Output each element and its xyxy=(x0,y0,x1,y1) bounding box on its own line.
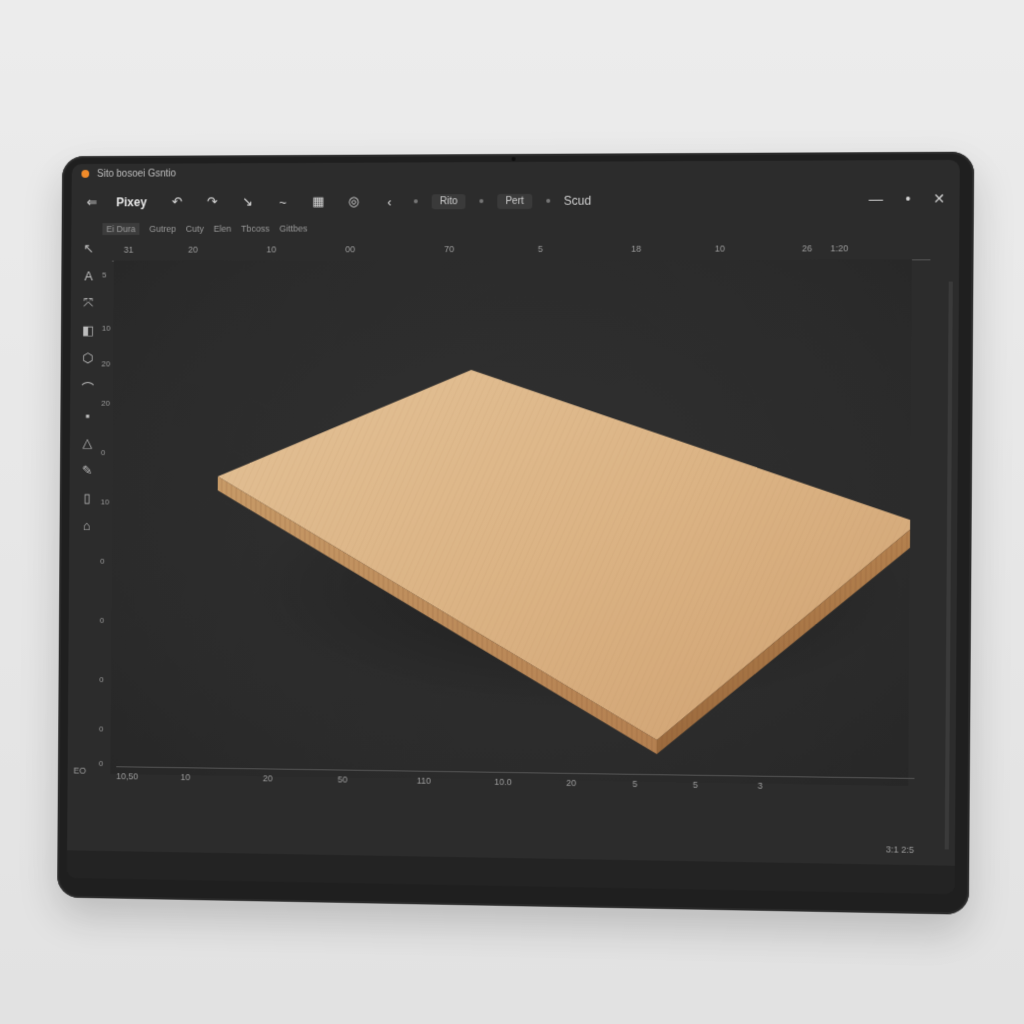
ruler-tick-label: 0 xyxy=(99,675,104,685)
ruler-tick-label: 70 xyxy=(444,244,455,255)
ruler-tick-label: 5 xyxy=(692,779,698,790)
ruler-tick-label: 20 xyxy=(262,773,273,784)
brush-tool-icon[interactable]: ✎ xyxy=(82,463,93,479)
ruler-tick-label: 20 xyxy=(101,359,111,369)
toolbar: ⇐ Pixey ↶ ↷ ↘ ~ ▦ ◎ ‹ Rito Pert Scud xyxy=(71,182,959,219)
ruler-tick-label: 0 xyxy=(100,556,105,566)
eraser-tool-icon[interactable]: ▯ xyxy=(83,491,90,507)
ruler-tick-label: 10 xyxy=(180,772,191,783)
ruler-tick-label: 10 xyxy=(100,497,110,507)
back-icon[interactable]: ⇐ xyxy=(81,195,102,211)
ruler-tick-label: 31 xyxy=(123,244,134,255)
wood-board-render[interactable] xyxy=(110,259,920,786)
menu-item[interactable]: Elen xyxy=(214,224,232,234)
zoom-readout: 3:1 2:5 xyxy=(885,844,915,855)
bucket-tool-icon[interactable]: ⌂ xyxy=(83,518,91,533)
ruler-tick-label: 0 xyxy=(99,615,105,625)
ruler-tick-label: 10 xyxy=(266,244,277,255)
layer-tool-icon[interactable]: ◧ xyxy=(82,323,94,339)
ruler-tick-label: 10,50 xyxy=(116,771,139,782)
shape-tool-icon[interactable]: ⬡ xyxy=(82,350,93,366)
ruler-tick-label: 0 xyxy=(98,724,104,734)
ruler-tick-label: 5 xyxy=(537,243,543,254)
mode-rito-button[interactable]: Rito xyxy=(431,193,466,209)
record-dot-icon xyxy=(81,169,90,178)
ruler-tick-label: 20 xyxy=(188,244,198,255)
ruler-tick-label: 1:20 xyxy=(830,243,849,254)
fill-tool-icon[interactable]: ▪ xyxy=(85,409,90,424)
menubar: Ei Dura Gutrep Cuty Elen Tbcoss Gittbes xyxy=(102,221,308,237)
window-title: Sito bosoei Gsntio xyxy=(96,168,177,180)
app-name: Pixey xyxy=(116,195,147,210)
minimize-icon[interactable]: — xyxy=(869,191,883,208)
arrow-left-icon[interactable]: ‹ xyxy=(378,194,400,209)
tablet-device: Sito bosoei Gsntio ⇐ Pixey ↶ ↷ ↘ ~ ▦ ◎ ‹… xyxy=(57,151,975,915)
window-controls: — • ✕ xyxy=(869,190,945,207)
ruler-tick-label: 10 xyxy=(101,323,111,333)
ruler-tick-label: 26 xyxy=(801,243,813,254)
close-icon[interactable]: ✕ xyxy=(933,190,945,207)
titlebar: Sito bosoei Gsntio xyxy=(72,160,960,184)
ruler-tick-label: 10 xyxy=(714,243,725,254)
ruler-tick-label: 5 xyxy=(102,270,107,280)
ruler-tick-label: 10.0 xyxy=(494,776,512,788)
ruler-tick-label: 0 xyxy=(98,759,104,769)
ruler-top: 31 20 10 00 70 5 18 10 26 1:20 xyxy=(111,239,931,262)
camera xyxy=(511,156,516,161)
menu-item[interactable]: Tbcoss xyxy=(241,224,270,234)
text-tool-icon[interactable]: A xyxy=(84,269,93,284)
menu-item[interactable]: Gutrep xyxy=(149,224,176,234)
ruler-tick-label: 50 xyxy=(337,774,348,785)
vertical-scrollbar[interactable] xyxy=(944,281,953,850)
ruler-tick-label: 5 xyxy=(632,778,638,789)
ruler-tick-label: 18 xyxy=(631,243,642,254)
app-window: Sito bosoei Gsntio ⇐ Pixey ↶ ↷ ↘ ~ ▦ ◎ ‹… xyxy=(66,159,960,895)
separator-dot xyxy=(414,199,419,204)
mode-scud-button[interactable]: Scud xyxy=(564,194,592,208)
separator-dot xyxy=(545,198,550,203)
mode-pert-button[interactable]: Pert xyxy=(497,193,532,209)
ruler-tick-label: 3 xyxy=(757,780,763,791)
grid-icon[interactable]: ▦ xyxy=(307,194,329,210)
select-tool-icon[interactable]: ↖ xyxy=(83,241,94,257)
undo-icon[interactable]: ↶ xyxy=(166,194,188,210)
ruler-tick-label: 20 xyxy=(566,777,577,789)
tool-sidebar: ↖ A ⤧ ◧ ⬡ ⌒ ▪ △ ✎ ▯ ⌂ EO xyxy=(73,241,100,776)
transform-tool-icon[interactable]: ⤧ xyxy=(83,295,93,311)
statusbar xyxy=(66,850,955,895)
menu-item[interactable]: Ei Dura xyxy=(102,223,140,235)
ruler-tick-label: 20 xyxy=(101,398,110,408)
target-icon[interactable]: ◎ xyxy=(343,194,365,210)
menu-item[interactable]: Cuty xyxy=(186,224,204,234)
ruler-tick-label: 110 xyxy=(416,775,432,786)
design-canvas[interactable] xyxy=(110,259,920,786)
redo-icon[interactable]: ↷ xyxy=(201,194,223,210)
cursor-icon[interactable]: ↘ xyxy=(237,194,259,210)
ruler-tick-label: 00 xyxy=(345,244,356,255)
separator-dot xyxy=(479,199,484,204)
pen-icon[interactable]: ~ xyxy=(272,194,294,209)
menu-item[interactable]: Gittbes xyxy=(279,224,307,234)
curve-tool-icon[interactable]: ⌒ xyxy=(81,378,94,397)
ruler-tick-label: 0 xyxy=(100,448,106,458)
options-icon[interactable]: • xyxy=(906,190,911,207)
measure-tool-icon[interactable]: △ xyxy=(82,435,92,451)
status-left-label: EO xyxy=(73,765,87,776)
